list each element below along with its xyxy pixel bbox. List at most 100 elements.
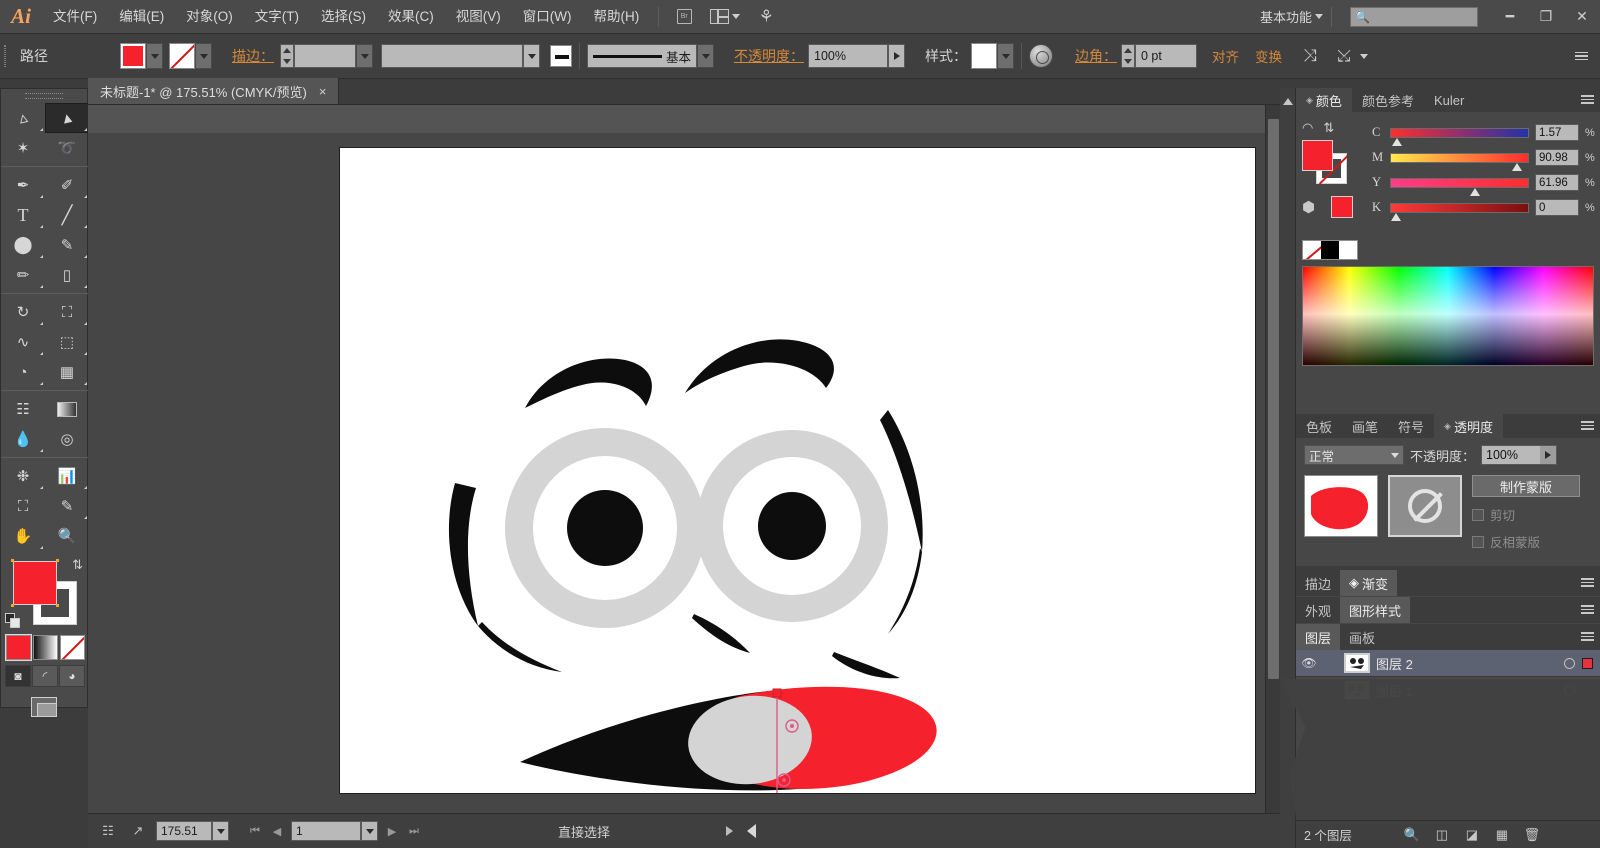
default-fill-stroke-icon[interactable] [5,613,21,629]
tool-lasso[interactable]: ➰ [45,133,89,163]
slider-thumb-k[interactable] [1391,212,1402,222]
graphic-style-swatch[interactable] [971,43,997,69]
slider-thumb-m[interactable] [1511,162,1523,172]
minimize-button[interactable]: ━ [1492,0,1528,34]
canvas-vertical-scrollbar[interactable] [1265,105,1280,813]
bridge-icon[interactable]: Br [671,6,697,28]
canvas-area[interactable] [88,105,1280,813]
tool-hand[interactable]: ✋ [1,521,45,551]
dock-collapse-strip[interactable] [1280,88,1296,848]
tool-rotate[interactable]: ↻ [1,297,45,327]
zoom-combo[interactable]: 175.51 [156,821,229,841]
tool-eraser[interactable]: ▯ [45,260,89,290]
swatch-black[interactable] [1321,241,1339,259]
clip-checkbox-row[interactable]: 剪切 [1472,505,1592,524]
delete-selection-icon[interactable]: 🗑 [1518,824,1546,846]
invert-mask-checkbox[interactable] [1472,535,1484,548]
slider-track-k[interactable] [1390,202,1529,221]
recolor-artwork-icon[interactable] [1029,44,1053,68]
tool-selection[interactable]: ▵ [1,103,45,133]
corner-radius-stepper[interactable] [1121,44,1135,68]
menu-type[interactable]: 文字(T) [244,0,310,34]
tool-zoom[interactable]: 🔍 [45,521,89,551]
toolbox-fill-swatch[interactable] [11,559,59,607]
tool-pen[interactable]: ✒ [1,170,45,200]
tool-line-segment[interactable]: ╱ [45,200,89,230]
tool-blend[interactable]: ◎ [45,424,89,454]
transparency-panel-menu-icon[interactable] [1581,421,1594,430]
hide-icon[interactable]: ⤩ [1331,43,1357,69]
slider-track-m[interactable] [1390,152,1529,171]
tool-symbol-sprayer[interactable]: ❉ [1,461,45,491]
graphic-style-chevron-down-icon[interactable] [997,43,1014,69]
stroke-profile-chevron-down-icon[interactable] [523,44,540,68]
make-sublayer-icon[interactable]: ◫ [1428,824,1456,846]
layer-thumbnail[interactable] [1344,653,1370,673]
none-swatch-button[interactable] [59,635,85,660]
tool-ellipse[interactable]: ⬤ [1,230,45,260]
tool-gradient[interactable] [45,394,89,424]
transparency-mask-thumbnail[interactable] [1388,475,1462,537]
menu-select[interactable]: 选择(S) [310,0,377,34]
slider-track-c[interactable] [1390,127,1529,146]
clip-checkbox[interactable] [1472,508,1484,521]
slider-value-y[interactable]: 61.96 [1535,174,1579,191]
tool-shape-builder[interactable]: ◔ [1,357,45,387]
blend-mode-select[interactable]: 正常 [1304,445,1404,465]
tool-free-transform[interactable]: ⬚ [45,327,89,357]
workspace-chevron-down-icon[interactable] [1315,14,1323,19]
color-panel-menu-icon[interactable] [1581,95,1594,104]
color-swatch-button[interactable] [5,635,31,660]
toolbox-grip[interactable] [1,89,87,103]
tab-transparency[interactable]: ◈ 透明度 [1434,414,1503,438]
transparency-opacity-input[interactable]: 100% [1481,445,1558,465]
artboard-navigation-icon[interactable]: ☷ [96,820,120,842]
tool-add-anchor-point[interactable]: ✐ [45,170,89,200]
artboard[interactable] [340,148,1255,793]
tab-appearance[interactable]: 外观 [1296,597,1340,623]
expand-dock-icon[interactable] [1282,98,1293,105]
make-mask-button[interactable]: 制作蒙版 [1472,475,1580,497]
tool-column-graph[interactable]: 📊 [45,461,89,491]
brush-preview[interactable]: 基本 [587,44,697,68]
slider-value-c[interactable]: 1.57 [1535,124,1579,141]
stroke-weight-chevron-down-icon[interactable] [356,44,373,68]
transform-button[interactable]: 变换 [1252,43,1285,69]
tool-magic-wand[interactable]: ✶ [1,133,45,163]
control-bar-panel-menu-icon[interactable] [1575,51,1588,61]
layers-panel-menu-icon[interactable] [1581,632,1594,641]
opacity-combo[interactable]: 100% [808,44,905,68]
tool-mesh[interactable]: ☷ [1,394,45,424]
locate-object-icon[interactable]: 🔍 [1398,824,1426,846]
slider-value-k[interactable]: 0 [1535,199,1579,216]
draw-normal-button[interactable]: ◙ [5,665,31,687]
color-spectrum-ramp[interactable] [1302,266,1594,366]
tool-direct-selection[interactable]: ▴ [45,103,89,133]
current-color-swatch[interactable] [1331,196,1353,218]
tab-graphic-styles[interactable]: 图形样式 [1340,597,1411,623]
flame-icon[interactable]: ⚘ [753,6,779,28]
hide-chevron-down-icon[interactable] [1360,53,1368,59]
artboard-chevron-down-icon[interactable] [361,821,378,841]
tab-artboards[interactable]: 画板 [1340,624,1384,650]
layer-selection-color-chip[interactable] [1582,657,1593,669]
stroke-dropdown-button[interactable] [195,43,212,69]
tab-swatches[interactable]: 色板 [1296,414,1343,438]
appearance-panel-menu-icon[interactable] [1581,605,1594,614]
slider-thumb-y[interactable] [1470,187,1481,197]
next-artboard-icon[interactable]: ▶ [384,825,400,838]
invert-mask-checkbox-row[interactable]: 反相蒙版 [1472,532,1592,551]
status-menu-arrow-icon[interactable] [726,826,734,836]
layer-visibility-icon[interactable]: 👁 [1296,656,1322,670]
transparency-artwork-thumbnail[interactable] [1304,475,1378,537]
tool-artboard[interactable]: ⛶ [1,491,45,521]
artboard-number-input[interactable]: 1 [291,821,361,841]
tab-kuler[interactable]: Kuler [1423,88,1475,112]
prev-artboard-icon[interactable]: ◀ [269,825,285,838]
control-bar-grip[interactable] [0,34,10,79]
tab-symbols[interactable]: 符号 [1388,414,1435,438]
isolate-selected-icon[interactable]: ⤨ [1297,43,1323,69]
gradient-swatch-button[interactable] [32,635,58,660]
tool-paintbrush[interactable]: ✎ [45,230,89,260]
document-tab[interactable]: 未标题-1* @ 175.51% (CMYK/预览) × [88,78,340,104]
